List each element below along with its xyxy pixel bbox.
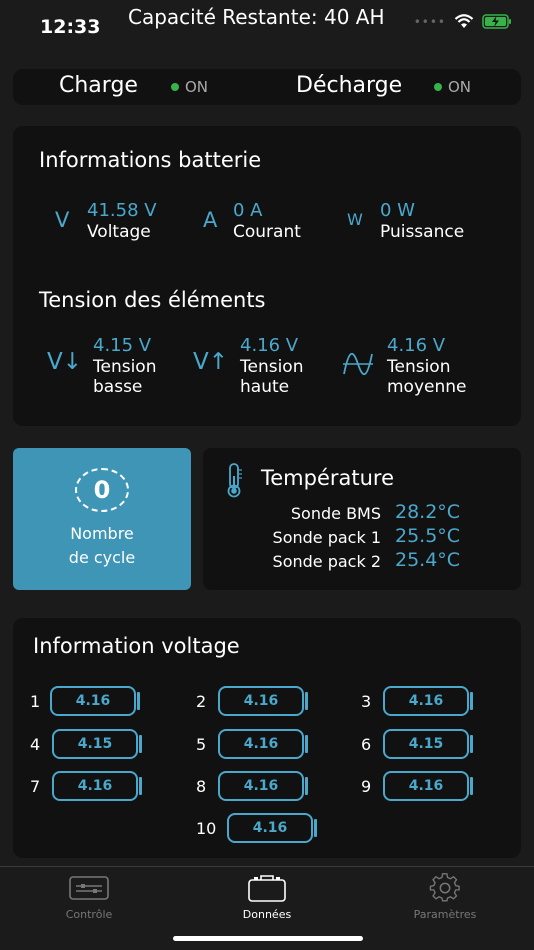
high-tension-value: 4.16 V [240, 335, 299, 356]
cell-voltage: 4.16 [52, 771, 138, 801]
current-icon: A [203, 208, 218, 232]
battery-info-card: Informations batterie V 41.58 V Voltage … [13, 126, 521, 426]
battery-charging-icon [482, 14, 511, 29]
status-icons: •••• [414, 14, 512, 29]
cell-index: 2 [196, 692, 207, 711]
high-tension-label-2: haute [240, 377, 290, 397]
cell-index: 3 [361, 692, 372, 711]
average-tension-label-1: Tension [387, 357, 451, 377]
cell-voltage: 4.16 [218, 729, 304, 759]
discharge-state: ON [448, 78, 472, 96]
cell-index: 5 [196, 735, 207, 754]
cell-terminal [470, 692, 473, 710]
cell-terminal [139, 777, 142, 795]
power-value: 0 W [380, 200, 415, 221]
cell-index: 1 [30, 692, 41, 711]
cell-index: 4 [30, 735, 41, 754]
cell-index: 6 [361, 735, 372, 754]
cycle-count-badge: 0 [75, 468, 129, 512]
low-tension-value: 4.15 V [93, 335, 152, 356]
cell-index: 8 [196, 777, 207, 796]
voltage-icon: V [55, 208, 70, 232]
cell-voltage: 4.16 [50, 686, 136, 716]
status-time: 12:33 [40, 16, 101, 38]
tab-label: Contrôle [65, 908, 113, 921]
cell-tension-title: Tension des éléments [39, 288, 266, 312]
current-value: 0 A [233, 200, 263, 221]
battery-info-title: Informations batterie [39, 148, 262, 172]
voltage-info-card: Information voltage 1 4.16 2 4.16 3 4.16… [13, 618, 521, 858]
cell-terminal [305, 735, 308, 753]
wifi-icon [454, 14, 474, 28]
cell-terminal [137, 692, 140, 710]
cell-voltage: 4.16 [383, 686, 469, 716]
probe-value: 28.2°C [395, 501, 461, 523]
temperature-title: Température [261, 466, 395, 490]
discharge-label: Décharge [296, 73, 403, 98]
power-icon: W [347, 210, 363, 229]
home-indicator [173, 936, 363, 941]
low-tension-label-1: Tension [93, 357, 157, 377]
charge-state: ON [185, 78, 209, 96]
average-tension-label-2: moyenne [387, 377, 467, 397]
thermometer-icon [227, 463, 242, 498]
tab-label: Paramètres [413, 908, 477, 921]
cell-voltage: 4.16 [218, 686, 304, 716]
voltage-info-title: Information voltage [33, 634, 240, 658]
cell-index: 9 [361, 777, 372, 796]
voltage-label: Voltage [87, 222, 151, 242]
charge-toggle[interactable]: ON [171, 78, 208, 96]
cell-index: 10 [196, 819, 217, 838]
signal-dots-icon: •••• [413, 14, 446, 29]
average-tension-value: 4.16 V [387, 335, 446, 356]
cell-voltage: 4.16 [383, 771, 469, 801]
arrow-down-voltage-icon: V↓ [47, 349, 83, 375]
charge-status-dot [171, 83, 179, 91]
cell-voltage: 4.16 [218, 771, 304, 801]
charge-discharge-bar: Charge ON Décharge ON [13, 69, 521, 105]
voltage-value: 41.58 V [87, 200, 157, 221]
current-label: Courant [233, 222, 301, 242]
arrow-up-voltage-icon: V↑ [193, 349, 229, 375]
cycle-label-1: Nombre [70, 524, 134, 543]
probe-name: Sonde pack 2 [272, 552, 381, 571]
cell-terminal [470, 777, 473, 795]
temperature-card: Température Sonde BMS 28.2°C Sonde pack … [203, 448, 521, 590]
probe-value: 25.5°C [395, 525, 461, 547]
tab-donnees[interactable]: Données [192, 873, 342, 921]
cell-terminal [305, 777, 308, 795]
cell-terminal [305, 692, 308, 710]
high-tension-label-1: Tension [240, 357, 304, 377]
probe-name: Sonde BMS [290, 504, 381, 523]
tab-controle[interactable]: Contrôle [14, 873, 164, 921]
briefcase-icon [248, 875, 286, 902]
cell-terminal [314, 819, 317, 837]
charge-label: Charge [59, 73, 138, 98]
low-tension-label-2: basse [93, 377, 143, 397]
discharge-status-dot [434, 83, 442, 91]
cycle-label-2: de cycle [68, 548, 136, 567]
probe-name: Sonde pack 1 [272, 528, 381, 547]
discharge-toggle[interactable]: ON [434, 78, 471, 96]
cell-index: 7 [30, 777, 41, 796]
tab-parametres[interactable]: Paramètres [370, 873, 520, 921]
cycle-count-card: 0 Nombre de cycle [13, 448, 191, 590]
probe-value: 25.4°C [395, 549, 461, 571]
cell-terminal [139, 735, 142, 753]
cell-voltage: 4.15 [383, 729, 469, 759]
cell-voltage: 4.15 [52, 729, 138, 759]
remaining-capacity-title: Capacité Restante: 40 AH [128, 5, 385, 29]
control-panel-icon [69, 876, 109, 900]
tab-label: Données [242, 908, 292, 921]
cell-terminal [470, 735, 473, 753]
power-label: Puissance [380, 222, 465, 242]
sine-wave-icon [343, 353, 373, 375]
gear-icon [429, 873, 460, 902]
cell-voltage: 4.16 [227, 813, 313, 843]
